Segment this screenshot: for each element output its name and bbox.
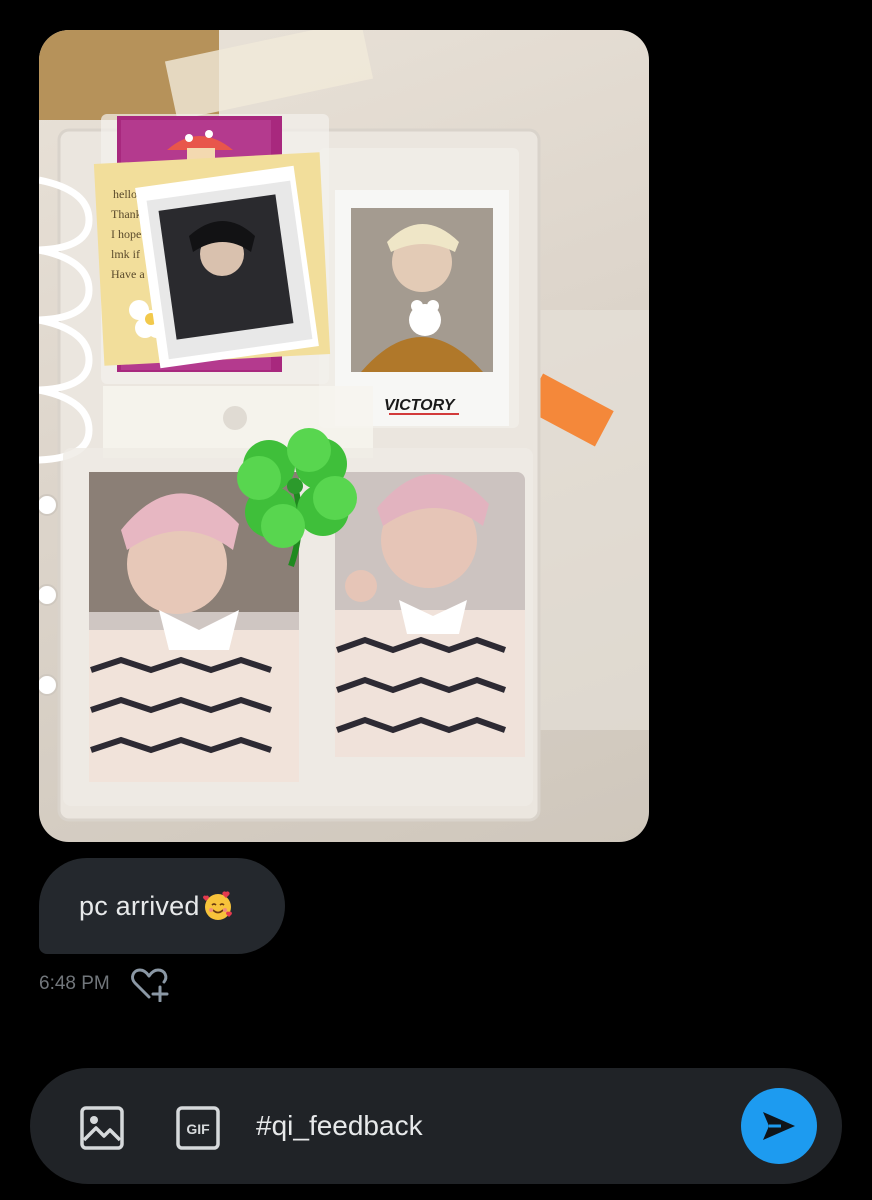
add-reaction-heart-icon[interactable] (130, 966, 170, 1002)
message-bubble[interactable]: pc arrived (39, 858, 285, 954)
photo-content: hello Thank I hope lmk if Have a VICTORY (39, 30, 649, 822)
svg-text:I hope: I hope (111, 227, 141, 241)
gif-label: GIF (186, 1121, 210, 1137)
svg-text:VICTORY: VICTORY (384, 397, 456, 414)
svg-text:hello: hello (113, 187, 137, 201)
message-text: pc arrived (79, 890, 200, 921)
smiling-face-with-hearts-icon (202, 891, 232, 920)
gif-icon[interactable]: GIF (176, 1106, 220, 1150)
dm-conversation-screen: hello Thank I hope lmk if Have a VICTORY… (0, 0, 872, 1200)
message-timestamp: 6:48 PM (39, 973, 110, 994)
svg-text:lmk if: lmk if (111, 247, 140, 261)
send-button[interactable] (741, 1088, 817, 1164)
svg-text:Thank: Thank (111, 207, 142, 221)
photo-attachment[interactable]: hello Thank I hope lmk if Have a VICTORY (39, 30, 649, 842)
image-icon[interactable] (80, 1106, 124, 1150)
svg-text:Have a: Have a (111, 267, 145, 281)
message-meta: 6:48 PM (39, 966, 170, 1002)
message-composer: GIF (30, 1068, 842, 1184)
message-input[interactable] (256, 1098, 716, 1154)
send-icon (763, 1112, 795, 1140)
